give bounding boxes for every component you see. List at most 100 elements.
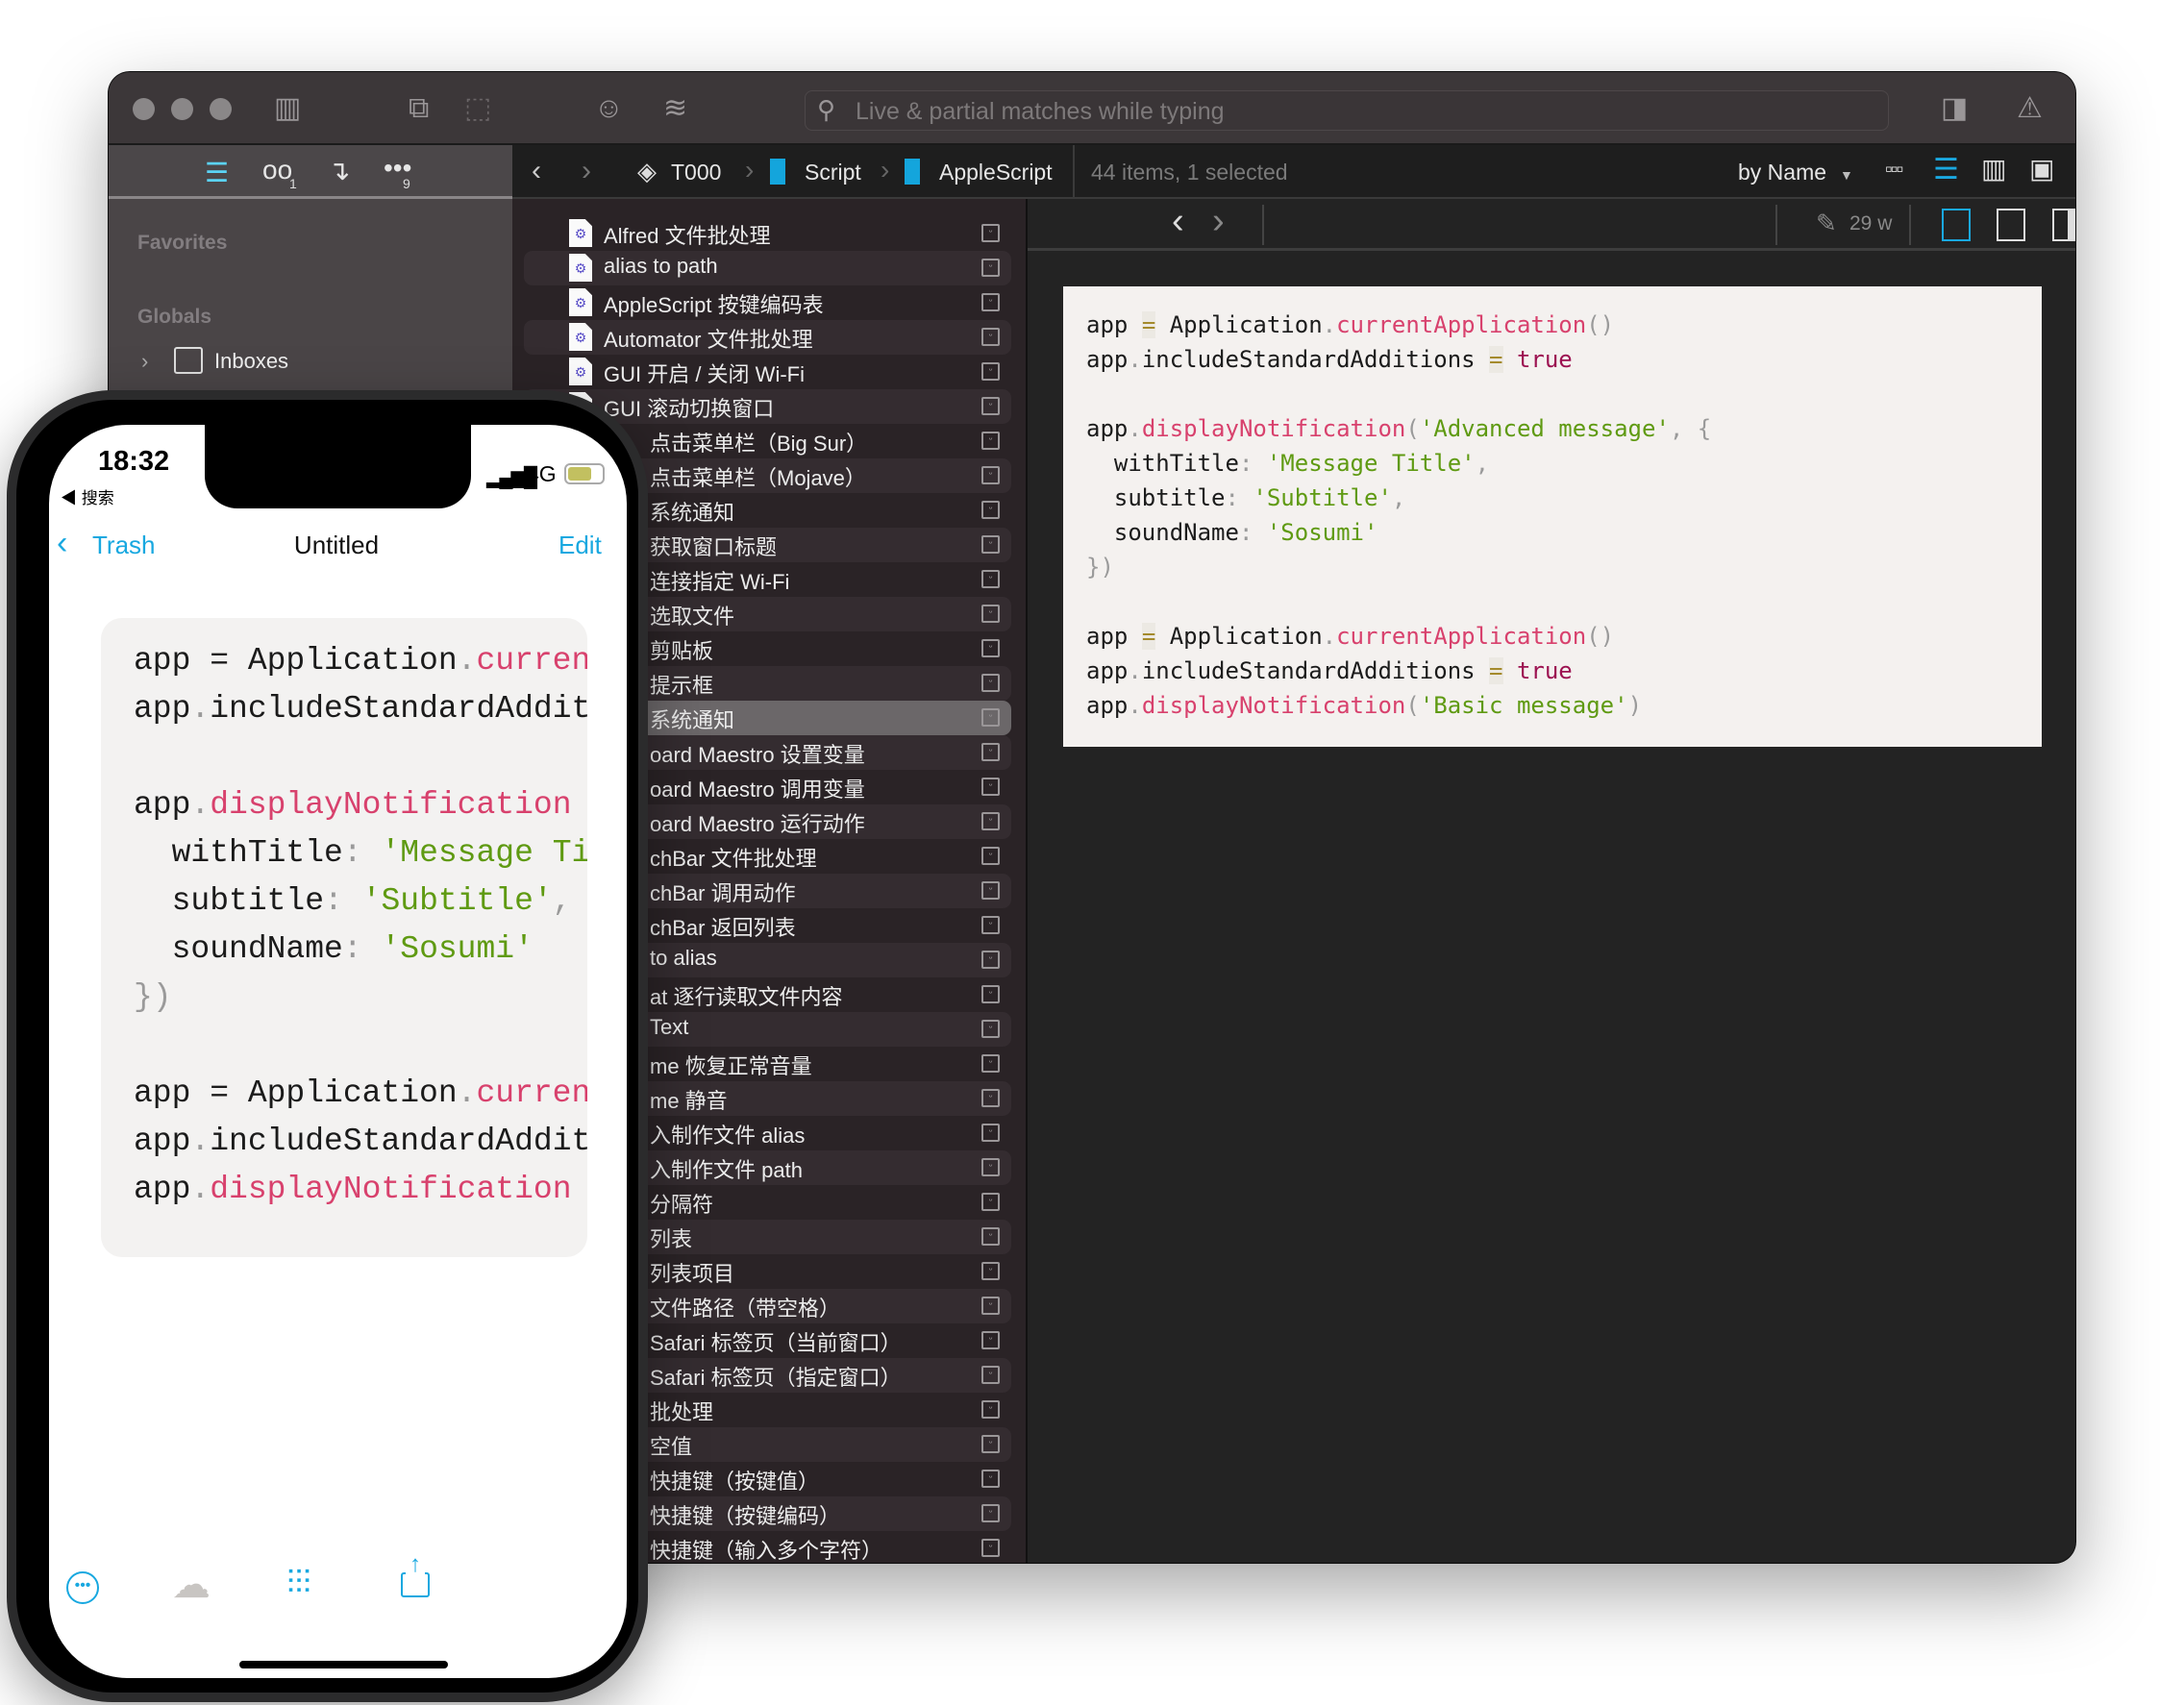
list-item-title: 获取窗口标题: [650, 535, 778, 559]
gallery-layout-icon[interactable]: ▣: [2029, 153, 2054, 185]
list-item-title: 列表项目: [650, 1262, 735, 1286]
grid-view-icon[interactable]: ▫▫▫: [1885, 157, 1903, 182]
code-token: displayNotification: [1141, 415, 1406, 442]
code-token: includeStandardAdditions: [1141, 657, 1490, 684]
code-token: subtitle: [1086, 484, 1226, 511]
sidebar-tabs: ☰ oo 1 ↴ ••• 9: [109, 145, 512, 199]
list-item-title: 系统通知: [650, 708, 735, 732]
phone-code-block[interactable]: app = Application.curren app.includeStand…: [101, 618, 587, 1257]
code-token: app: [1086, 346, 1129, 373]
back-to-app-link[interactable]: ◀ 搜索: [61, 484, 114, 508]
list-layout-icon[interactable]: ☰: [1933, 153, 1959, 186]
more-badge: 9: [403, 176, 410, 191]
list-item-title: 点击菜单栏（Big Sur）: [650, 432, 868, 456]
list-item[interactable]: ⚙ alias to path ᵕ: [524, 251, 1011, 285]
word-count: 29 w: [1849, 212, 1893, 235]
preview-mode-icon[interactable]: [1942, 209, 1971, 241]
code-token: includeStandardAddit: [210, 1124, 587, 1159]
share-icon[interactable]: ↑: [401, 1551, 430, 1597]
code-preview[interactable]: app = Application.currentApplication() ap…: [1063, 286, 2042, 747]
import-icon[interactable]: ↴: [328, 155, 350, 186]
more-options-icon[interactable]: •••: [66, 1571, 99, 1604]
list-item-title: 分隔符: [650, 1193, 714, 1217]
status-time: 18:32: [98, 446, 170, 477]
new-window-icon[interactable]: ⧉: [409, 91, 429, 126]
markdown-badge-icon: ᵕ: [981, 1297, 1000, 1315]
sidebar-section-favorites: Favorites: [137, 232, 228, 254]
breadcrumb-t000[interactable]: T000: [671, 160, 721, 185]
list-item[interactable]: ⚙ AppleScript 按键编码表 ᵕ: [524, 285, 1011, 320]
cloud-icon[interactable]: ☁: [172, 1563, 211, 1607]
inspector-toggle-icon[interactable]: ◨: [1941, 91, 1968, 126]
code-token: app: [1086, 692, 1129, 719]
close-window-button[interactable]: [133, 98, 155, 120]
breadcrumb-separator-icon: ›: [745, 155, 755, 185]
search-icon: ⚲: [817, 95, 836, 124]
forward-icon[interactable]: ›: [582, 155, 591, 187]
code-token: .: [190, 1124, 211, 1159]
edit-button[interactable]: Edit: [558, 531, 602, 560]
markdown-badge-icon: ᵕ: [981, 605, 1000, 623]
back-icon[interactable]: ‹: [532, 155, 541, 187]
editor-forward-icon[interactable]: ›: [1212, 201, 1225, 242]
list-item[interactable]: ⚙ GUI 开启 / 关闭 Wi-Fi ᵕ: [524, 355, 1011, 389]
floating-window-icon[interactable]: ⬚: [464, 91, 491, 126]
code-line: app.displayNotification('Advanced messag…: [1086, 411, 2042, 446]
list-view-icon[interactable]: ☰: [205, 157, 229, 188]
markdown-badge-icon: ᵕ: [981, 639, 1000, 657]
script-file-icon: ⚙: [569, 219, 592, 247]
column-layout-icon[interactable]: ▥: [1981, 153, 2006, 185]
code-token: }): [1086, 554, 1114, 581]
markdown-badge-icon: ᵕ: [981, 1020, 1000, 1038]
sidebar-toggle-icon[interactable]: ▥: [274, 91, 301, 126]
markdown-badge-icon: ᵕ: [981, 778, 1000, 796]
breadcrumb-applescript[interactable]: AppleScript: [939, 160, 1053, 185]
split-mode-icon[interactable]: [2052, 209, 2075, 241]
text-mode-icon[interactable]: [1997, 209, 2025, 241]
markdown-badge-icon: ᵕ: [981, 708, 1000, 727]
markdown-badge-icon: ᵕ: [981, 881, 1000, 900]
code-token: .: [190, 787, 211, 823]
code-token: app: [134, 1172, 191, 1207]
list-item-title: chBar 调用动作: [650, 881, 796, 905]
list-item[interactable]: ⚙ Automator 文件批处理 ᵕ: [524, 320, 1011, 355]
editor-back-icon[interactable]: ‹: [1172, 201, 1184, 242]
sidebar-item-inboxes[interactable]: › Inboxes: [137, 347, 503, 382]
list-item-title: Safari 标签页（指定窗口）: [650, 1366, 902, 1390]
warning-icon[interactable]: ⚠: [2017, 91, 2043, 126]
reading-glasses-icon[interactable]: oo: [262, 155, 292, 185]
network-type: 4G: [527, 461, 557, 486]
code-token: .: [457, 1075, 477, 1111]
home-indicator[interactable]: [239, 1661, 448, 1668]
code-token: app: [1086, 623, 1129, 650]
finder-sync-icon[interactable]: ☺: [594, 91, 624, 126]
sort-dropdown[interactable]: by Name ▼: [1738, 160, 1853, 185]
code-token: (): [1586, 623, 1615, 650]
code-token: }): [134, 979, 172, 1015]
code-token: .: [1322, 311, 1337, 338]
search-field[interactable]: ⚲ Live & partial matches while typing: [805, 90, 1889, 131]
list-item[interactable]: ⚙ Alfred 文件批处理 ᵕ: [524, 216, 1011, 251]
editor-toolbar: ‹ › ✎ 29 w: [1028, 199, 2075, 251]
zoom-window-button[interactable]: [210, 98, 232, 120]
list-item-title: AppleScript 按键编码表: [604, 293, 824, 317]
code-token: true: [1516, 657, 1573, 684]
breadcrumb-script[interactable]: Script: [805, 160, 861, 185]
code-line: app.includeStandardAdditions = true: [1086, 342, 2042, 377]
layers-sync-icon[interactable]: ≋: [663, 91, 687, 126]
chevron-right-icon[interactable]: ›: [141, 349, 148, 374]
code-token: curren: [476, 643, 587, 679]
markdown-badge-icon: ᵕ: [981, 743, 1000, 761]
code-token: :: [1238, 519, 1253, 546]
settings-sliders-icon[interactable]: ⫶⫶⫶: [286, 1565, 311, 1602]
phone-screen: 18:32 ◀ 搜索 ▂▄▆█ 4G ‹ Trash Untitled Edit…: [49, 425, 627, 1678]
markdown-badge-icon: ᵕ: [981, 1539, 1000, 1557]
minimize-window-button[interactable]: [171, 98, 193, 120]
pen-icon[interactable]: ✎: [1816, 209, 1837, 238]
code-token: .: [1128, 415, 1142, 442]
code-token: app: [134, 691, 191, 727]
code-token: (: [1405, 415, 1420, 442]
